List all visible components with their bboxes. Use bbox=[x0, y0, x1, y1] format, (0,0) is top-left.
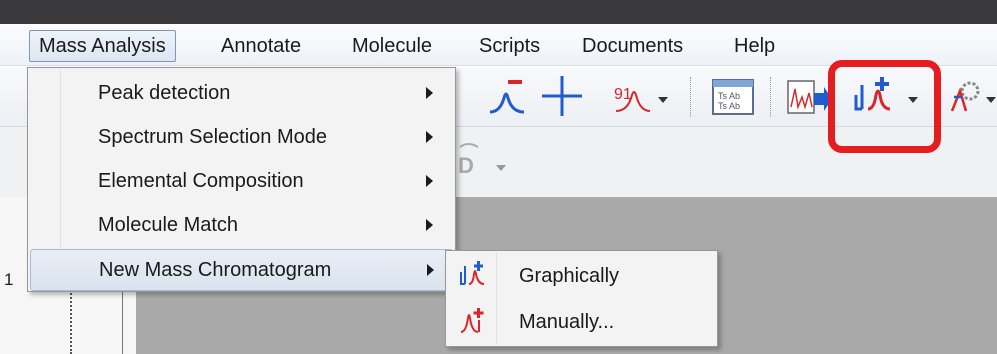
graphical-chromatogram-icon bbox=[460, 261, 485, 285]
submenu-arrow-icon bbox=[427, 264, 434, 276]
dropdown-item-elemental-composition[interactable]: Elemental Composition bbox=[30, 161, 453, 203]
toolbar-separator bbox=[690, 77, 691, 117]
submenu-arrow-icon bbox=[426, 131, 433, 143]
peak-label-icon[interactable]: 91 bbox=[612, 79, 652, 115]
svg-text:Ts Ab: Ts Ab bbox=[718, 91, 740, 101]
highlight-annotation bbox=[828, 60, 941, 153]
dropdown-item-peak-detection[interactable]: Peak detection bbox=[30, 73, 453, 115]
dropdown-item-label: New Mass Chromatogram bbox=[99, 259, 332, 281]
submenu-arrow-icon bbox=[426, 219, 433, 231]
left-panel-number: 1 bbox=[4, 270, 14, 289]
mass-analysis-dropdown: Peak detection Spectrum Selection Mode E… bbox=[27, 67, 456, 292]
new-mass-chromatogram-submenu: Graphically Manually... bbox=[445, 250, 718, 347]
submenu-item-label: Manually... bbox=[519, 311, 615, 333]
menu-scripts[interactable]: Scripts bbox=[469, 30, 550, 62]
menu-documents[interactable]: Documents bbox=[572, 30, 693, 62]
submenu-arrow-icon bbox=[426, 87, 433, 99]
submenu-item-manually[interactable]: Manually... bbox=[448, 300, 715, 344]
submenu-item-label: Graphically bbox=[519, 265, 620, 287]
molecule-settings-dropdown-icon[interactable] bbox=[986, 97, 996, 103]
svg-text:Ts Ab: Ts Ab bbox=[718, 101, 740, 111]
svg-text:D: D bbox=[458, 153, 474, 178]
dropdown-item-new-mass-chromatogram[interactable]: New Mass Chromatogram bbox=[30, 249, 453, 291]
dropdown-item-label: Spectrum Selection Mode bbox=[98, 126, 328, 148]
rotate-3d-dropdown-icon[interactable] bbox=[496, 165, 506, 171]
title-bar bbox=[0, 0, 997, 24]
panel-dotted-guide bbox=[70, 290, 72, 354]
dropdown-item-label: Elemental Composition bbox=[98, 170, 304, 192]
submenu-arrow-icon bbox=[426, 175, 433, 187]
menu-help[interactable]: Help bbox=[724, 30, 785, 62]
peak-label-dropdown-icon[interactable] bbox=[658, 97, 668, 103]
dropdown-item-label: Molecule Match bbox=[98, 214, 239, 236]
dropdown-item-label: Peak detection bbox=[98, 82, 231, 104]
menu-molecule[interactable]: Molecule bbox=[342, 30, 442, 62]
molecule-settings-icon[interactable] bbox=[948, 79, 984, 115]
table-view-icon[interactable]: Ts Ab Ts Ab bbox=[710, 77, 756, 117]
toolbar-separator bbox=[770, 77, 771, 117]
submenu-item-graphically[interactable]: Graphically bbox=[448, 254, 715, 298]
manual-chromatogram-icon bbox=[460, 308, 484, 333]
spectrum-export-icon[interactable] bbox=[786, 77, 832, 117]
peak-minus-icon[interactable] bbox=[486, 76, 528, 120]
rotate-3d-icon[interactable]: D bbox=[456, 139, 490, 179]
menu-mass-analysis[interactable]: Mass Analysis bbox=[29, 30, 176, 62]
dropdown-item-molecule-match[interactable]: Molecule Match bbox=[30, 205, 453, 247]
menu-annotate[interactable]: Annotate bbox=[211, 30, 311, 62]
dropdown-item-spectrum-selection-mode[interactable]: Spectrum Selection Mode bbox=[30, 117, 453, 159]
crosshair-icon[interactable] bbox=[538, 73, 586, 119]
